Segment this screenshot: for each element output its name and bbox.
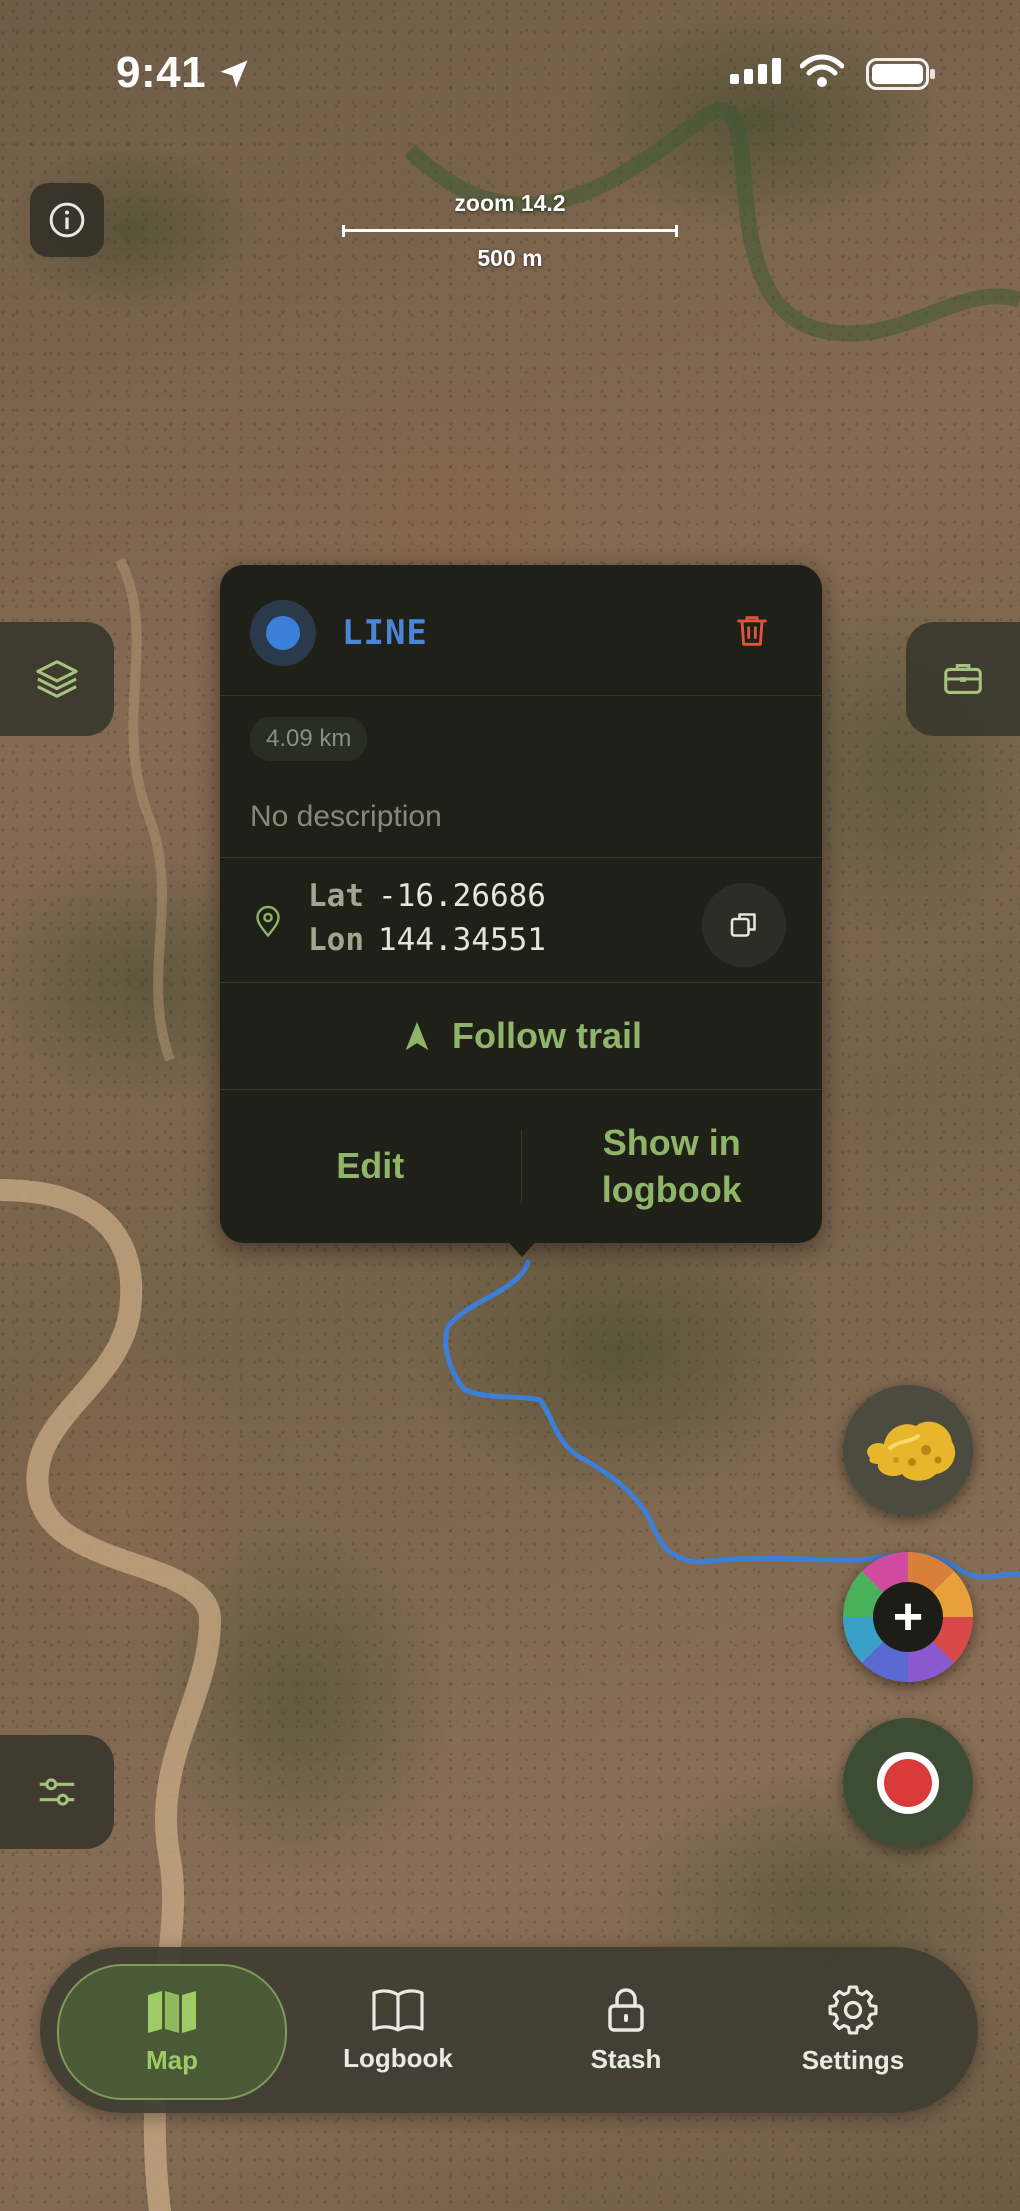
navigation-arrow-icon bbox=[405, 1021, 429, 1051]
cellular-signal-icon bbox=[730, 58, 781, 84]
show-in-logbook-label: Show in logbook bbox=[601, 1121, 742, 1210]
plus-icon: + bbox=[873, 1582, 943, 1652]
map-icon bbox=[148, 1990, 196, 2033]
toolbox-button[interactable] bbox=[906, 622, 1020, 736]
latitude-value: -16.26686 bbox=[378, 878, 546, 914]
gear-icon bbox=[828, 1985, 878, 2034]
scale-bar bbox=[342, 225, 678, 237]
creek-bed-2 bbox=[115, 557, 175, 1062]
info-icon bbox=[49, 202, 85, 238]
book-icon bbox=[372, 1988, 424, 2032]
map-pin-icon bbox=[256, 905, 280, 938]
tab-logbook-label: Logbook bbox=[343, 2042, 453, 2073]
record-icon bbox=[877, 1752, 939, 1814]
show-in-logbook-button[interactable]: Show in logbook bbox=[522, 1090, 823, 1243]
feature-type-label: LINE bbox=[342, 613, 428, 653]
distance-badge: 4.09 km bbox=[250, 717, 368, 761]
gold-nugget-icon bbox=[867, 1421, 956, 1481]
add-feature-button[interactable]: + bbox=[843, 1552, 973, 1682]
latitude-line: Lat -16.26686 bbox=[308, 878, 546, 914]
edit-label: Edit bbox=[336, 1145, 405, 1187]
tab-settings[interactable]: Settings bbox=[740, 1964, 966, 2096]
filters-button[interactable] bbox=[0, 1735, 114, 1849]
lock-icon bbox=[608, 1987, 644, 2032]
feature-description: No description bbox=[250, 800, 442, 833]
map-scale: zoom 14.2 500 m bbox=[340, 190, 680, 272]
sliders-icon bbox=[39, 1778, 75, 1806]
stash-nugget-button[interactable] bbox=[843, 1385, 973, 1515]
status-time: 9:41 bbox=[116, 48, 207, 97]
feature-popup: LINE 4.09 km No description Lat -16.26686… bbox=[220, 565, 822, 1257]
tab-map[interactable]: Map bbox=[57, 1964, 287, 2100]
layers-icon bbox=[36, 660, 78, 698]
info-button[interactable] bbox=[30, 183, 104, 257]
tab-stash-label: Stash bbox=[590, 2043, 662, 2074]
copy-coordinates-button[interactable] bbox=[702, 883, 786, 967]
coordinates-row: Lat -16.26686 Lon 144.34551 bbox=[220, 857, 822, 983]
trash-icon[interactable] bbox=[732, 611, 772, 651]
briefcase-icon bbox=[944, 664, 982, 694]
longitude-line: Lon 144.34551 bbox=[308, 922, 546, 958]
popup-header: LINE bbox=[220, 565, 822, 696]
status-bar: 9:41 bbox=[0, 0, 1020, 150]
latitude-key: Lat bbox=[308, 878, 364, 914]
longitude-key: Lon bbox=[308, 922, 364, 958]
layers-button[interactable] bbox=[0, 622, 114, 736]
location-arrow-icon bbox=[220, 60, 248, 88]
scale-distance-label: 500 m bbox=[477, 245, 543, 271]
tab-map-label: Map bbox=[146, 2044, 198, 2075]
wifi-icon bbox=[800, 54, 844, 87]
feature-color-swatch[interactable] bbox=[250, 600, 316, 666]
edit-button[interactable]: Edit bbox=[220, 1090, 521, 1243]
tab-stash[interactable]: Stash bbox=[513, 1964, 739, 2096]
tab-settings-label: Settings bbox=[801, 2044, 905, 2075]
tab-bar: Map Logbook Stash Settings bbox=[40, 1947, 978, 2113]
copy-icon bbox=[730, 913, 756, 937]
follow-trail-button[interactable]: Follow trail bbox=[220, 983, 822, 1090]
record-dot bbox=[884, 1759, 932, 1807]
feature-color-dot bbox=[266, 616, 300, 650]
tab-logbook[interactable]: Logbook bbox=[285, 1964, 511, 2096]
longitude-value: 144.34551 bbox=[378, 922, 546, 958]
record-track-button[interactable] bbox=[843, 1718, 973, 1848]
battery-icon bbox=[866, 58, 935, 90]
follow-trail-label: Follow trail bbox=[451, 1015, 642, 1056]
popup-actions: Edit Show in logbook bbox=[220, 1090, 822, 1243]
zoom-level-label: zoom 14.2 bbox=[454, 190, 566, 216]
